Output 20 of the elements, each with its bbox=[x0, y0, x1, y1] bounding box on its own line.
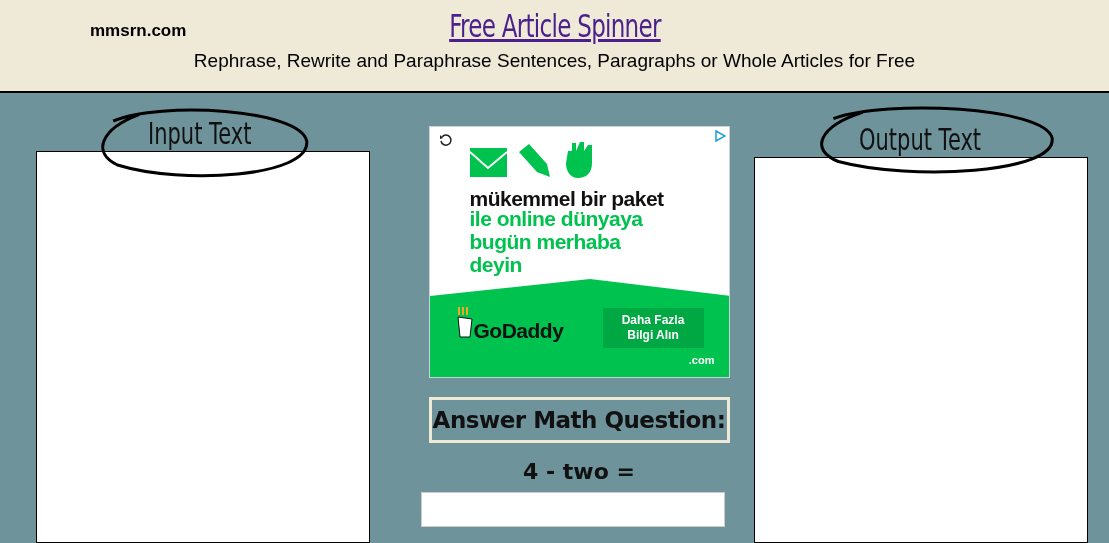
envelope-icon bbox=[469, 148, 507, 177]
site-name: mmsrn.com bbox=[90, 20, 187, 42]
ad-headline: mükemmel bir paket bbox=[469, 186, 664, 211]
title-link[interactable]: Free Article Spinner bbox=[448, 6, 661, 46]
math-heading: Answer Math Question: bbox=[428, 397, 730, 443]
pencil-icon bbox=[516, 142, 551, 178]
ad-banner[interactable]: mükemmel bir paket ile online dünyaya bugün merhaba deyin GoDaddy Daha Fazla Bilgi Alın .com bbox=[428, 126, 730, 378]
ad-choices-icon[interactable] bbox=[713, 130, 726, 142]
output-text-label: Output Text bbox=[859, 121, 982, 159]
tagline: Rephrase, Rewrite and Paraphrase Sentences, Paragraphs or Whole Articles for Free bbox=[193, 49, 916, 73]
math-question: 4 - two = bbox=[523, 458, 635, 486]
output-textarea[interactable] bbox=[754, 157, 1088, 543]
tld-text: .com bbox=[688, 353, 715, 368]
brand-name: GoDaddy bbox=[473, 318, 564, 344]
input-textarea[interactable] bbox=[36, 151, 370, 543]
input-text-label: Input Text bbox=[148, 115, 252, 153]
refresh-icon[interactable] bbox=[438, 133, 453, 147]
ad-text: deyin bbox=[469, 253, 523, 276]
answer-field[interactable] bbox=[420, 492, 725, 527]
ad-text: bugün merhaba bbox=[469, 230, 622, 253]
